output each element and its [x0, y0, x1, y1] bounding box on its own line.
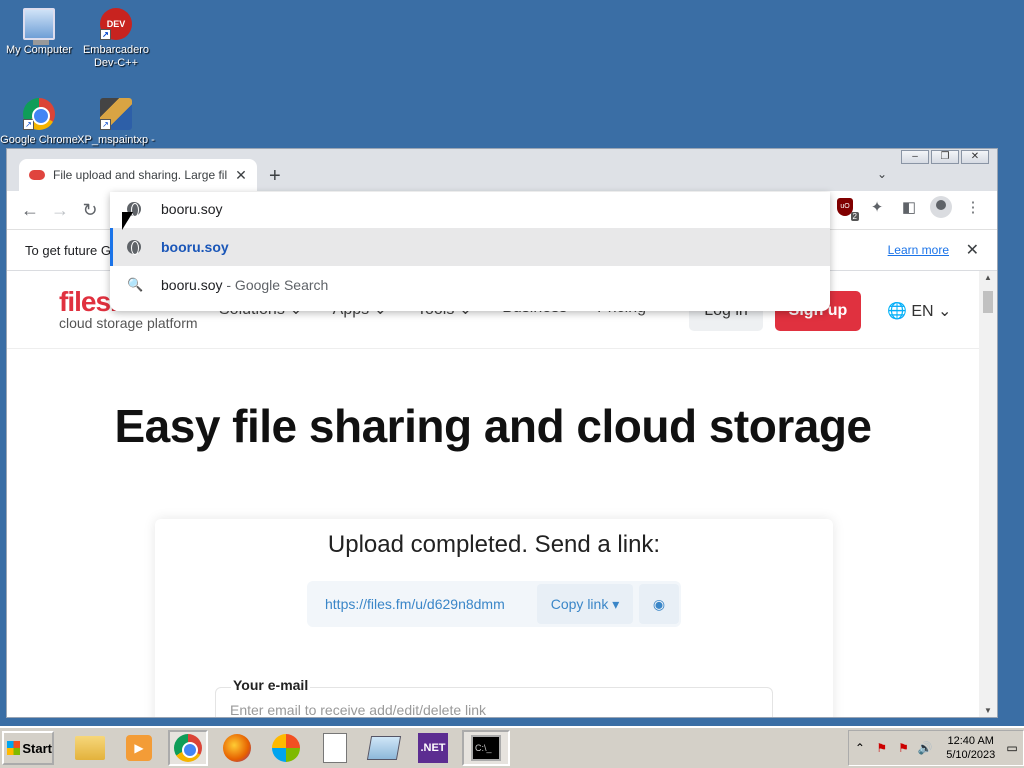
devcpp-icon: DEV ↗: [100, 8, 132, 40]
omnibox-dropdown: booru.soy booru.soy 🔍 booru.soy - Google…: [110, 192, 830, 311]
chrome-icon: ↗: [23, 98, 55, 130]
forward-button[interactable]: →: [45, 195, 75, 225]
show-desktop-icon[interactable]: ▭: [1001, 741, 1023, 755]
upload-card: Upload completed. Send a link: https://f…: [155, 519, 833, 717]
taskbar-firefox[interactable]: [217, 730, 257, 766]
ublock-extension-button[interactable]: uO 2: [833, 195, 859, 221]
taskbar-windows[interactable]: [266, 730, 306, 766]
copy-link-button[interactable]: Copy link ▾: [537, 584, 633, 624]
action-center-flag-icon[interactable]: ⚑: [871, 741, 893, 755]
suggestion-text: booru.soy: [161, 239, 229, 255]
taskbar-editor[interactable]: [364, 730, 404, 766]
favicon-icon: [29, 170, 45, 180]
shortcut-arrow-icon: ↗: [23, 119, 34, 130]
taskbar-chrome[interactable]: [168, 730, 208, 766]
taskbar-notepad[interactable]: [315, 730, 355, 766]
clock[interactable]: 12:40 AM 5/10/2023: [946, 734, 995, 762]
email-label: Your e-mail: [231, 677, 311, 693]
taskbar-cmd[interactable]: C:\_: [462, 730, 510, 766]
media-player-icon: ▶: [126, 735, 152, 761]
cmd-icon: C:\_: [471, 735, 501, 761]
info-bar-text: To get future G: [25, 242, 111, 258]
system-tray: ⌃ ⚑ ⚑ 🔊 12:40 AM 5/10/2023 ▭: [848, 730, 1024, 766]
globe-icon: 🌐: [887, 303, 907, 320]
web-page: files.fm cloud storage platform Solution…: [7, 271, 979, 717]
tab-close-icon[interactable]: ✕: [233, 167, 249, 184]
share-link-url[interactable]: https://files.fm/u/d629n8dmm: [307, 596, 537, 612]
start-label: Start: [22, 740, 52, 756]
firefox-icon: [223, 734, 251, 762]
shortcut-arrow-icon: ↗: [100, 119, 111, 130]
folder-icon: [75, 736, 105, 760]
windows-flag-icon: [7, 741, 21, 755]
scroll-up-icon[interactable]: ▲: [979, 273, 997, 282]
extensions-puzzle-icon[interactable]: ✦: [865, 195, 889, 219]
omnibox-suggestion-url[interactable]: booru.soy: [110, 228, 830, 266]
scroll-down-icon[interactable]: ▼: [979, 706, 997, 715]
start-button[interactable]: Start: [2, 731, 54, 765]
info-bar-close-icon[interactable]: ✕: [966, 240, 979, 260]
desktop-icon-chrome[interactable]: ↗ Google Chrome: [0, 98, 78, 147]
paint-icon: ↗: [100, 98, 132, 130]
preview-eye-icon[interactable]: ◉: [639, 584, 679, 624]
globe-icon: [127, 240, 141, 255]
ublock-badge: 2: [850, 212, 859, 221]
windows-icon: [272, 734, 300, 762]
desktop-icon-devcpp[interactable]: DEV ↗ Embarcadero Dev-C++: [77, 8, 155, 70]
desktop-icon-my-computer[interactable]: My Computer: [0, 8, 78, 57]
logo-tagline: cloud storage platform: [59, 315, 198, 331]
desktop-icon-label: XP_mspaintxp -: [77, 134, 155, 146]
tray-expand-icon[interactable]: ⌃: [849, 741, 871, 755]
reload-button[interactable]: ↻: [75, 195, 105, 225]
computer-icon: [23, 8, 55, 45]
avatar-icon: [930, 196, 952, 218]
mouse-cursor-icon: [122, 212, 133, 230]
omnibox-suggestion-search[interactable]: 🔍 booru.soy - Google Search: [110, 266, 830, 304]
desktop-icon-label: Embarcadero Dev-C++: [82, 44, 150, 69]
taskbar-explorer[interactable]: [70, 730, 110, 766]
extensions-area: uO 2 ✦ ◧ ⋮: [833, 195, 985, 221]
language-selector[interactable]: 🌐 EN ⌄: [887, 301, 951, 321]
notepad-icon: [323, 733, 347, 763]
page-scrollbar[interactable]: ▲ ▼: [979, 271, 997, 717]
taskbar-media[interactable]: ▶: [119, 730, 159, 766]
taskbar: Start ▶ .NET C:\_ ⌃ ⚑ ⚑ 🔊 12:40 AM 5/10/…: [0, 726, 1024, 768]
hero-heading: Easy file sharing and cloud storage: [114, 400, 872, 452]
tab-active[interactable]: File upload and sharing. Large fil ✕: [19, 159, 257, 191]
chrome-icon: [174, 734, 202, 762]
scrollbar-thumb[interactable]: [983, 291, 993, 313]
tab-strip: File upload and sharing. Large fil ✕ + ⌄: [7, 157, 997, 191]
learn-more-link[interactable]: Learn more: [888, 243, 949, 257]
suggestion-text: booru.soy: [161, 277, 223, 293]
clock-time: 12:40 AM: [947, 735, 994, 747]
dotnet-icon: .NET: [418, 733, 448, 763]
share-link-box: https://files.fm/u/d629n8dmm Copy link ▾…: [307, 581, 681, 627]
network-icon[interactable]: ⚑: [893, 741, 915, 755]
address-bar[interactable]: booru.soy: [110, 192, 830, 226]
clock-date: 5/10/2023: [946, 749, 996, 761]
desktop-icon-label: My Computer: [5, 44, 73, 56]
volume-icon[interactable]: 🔊: [914, 741, 936, 755]
menu-kebab-icon[interactable]: ⋮: [961, 195, 985, 219]
tab-search-icon[interactable]: ⌄: [877, 167, 887, 181]
search-icon: 🔍: [127, 277, 144, 292]
profile-button[interactable]: [929, 195, 953, 219]
editor-icon: [366, 736, 402, 760]
taskbar-dotnet[interactable]: .NET: [413, 730, 453, 766]
back-button[interactable]: ←: [15, 195, 45, 225]
desktop-icon-paint[interactable]: ↗ XP_mspaintxp -: [77, 98, 155, 147]
shortcut-arrow-icon: ↗: [100, 29, 111, 40]
language-label: EN ⌄: [911, 303, 952, 320]
tab-title: File upload and sharing. Large fil: [53, 168, 228, 182]
desktop-icon-label: Google Chrome: [0, 134, 78, 146]
new-tab-button[interactable]: +: [269, 165, 281, 188]
suggestion-suffix: - Google Search: [222, 277, 329, 293]
side-panel-icon[interactable]: ◧: [897, 195, 921, 219]
address-input-value: booru.soy: [161, 201, 223, 217]
upload-status: Upload completed. Send a link:: [327, 531, 661, 558]
